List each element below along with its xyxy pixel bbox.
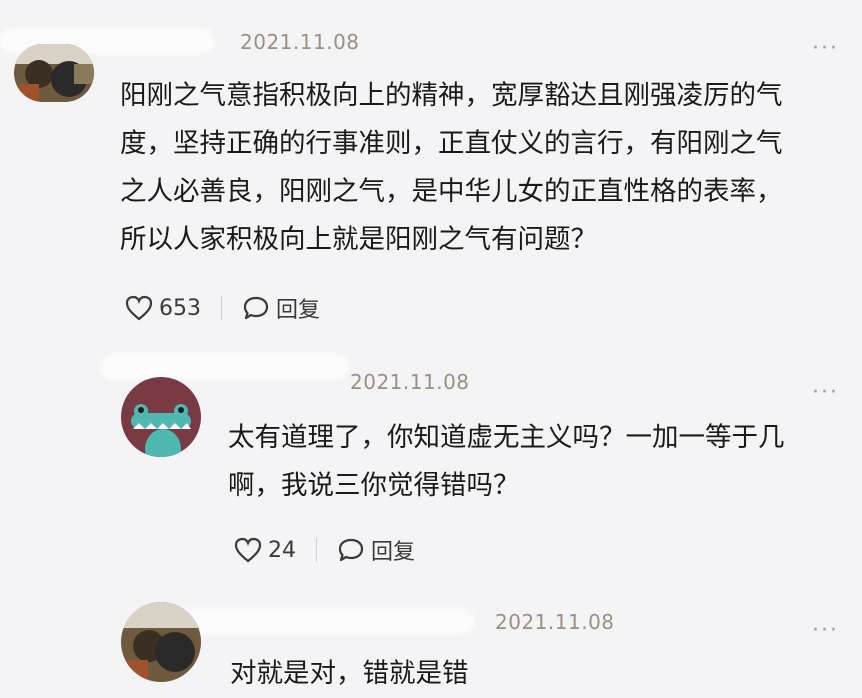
like-button[interactable]: 24 <box>234 537 296 563</box>
reply-label: 回复 <box>371 540 416 565</box>
divider <box>316 538 317 562</box>
comment-text-line: 对就是对，错就是错 <box>230 658 469 689</box>
username-redacted <box>100 354 350 380</box>
comment-actions: 24 回复 <box>234 534 415 566</box>
comment-text-line: 太有道理了，你知道虚无主义吗？一加一等于几 <box>228 422 785 453</box>
comment-text-line: 啊，我说三你觉得错吗？ <box>228 470 520 501</box>
heart-icon <box>234 537 262 563</box>
more-dots-icon[interactable]: ··· <box>812 620 839 642</box>
avatar[interactable] <box>121 377 201 457</box>
comment-actions: 653 回复 <box>125 292 320 324</box>
comment-date: 2021.11.08 <box>495 610 615 634</box>
comment-date: 2021.11.08 <box>240 30 360 54</box>
more-dots-icon[interactable]: ··· <box>812 382 839 404</box>
comment-text-line: 阳刚之气意指积极向上的精神，宽厚豁达且刚强凌厉的气 <box>120 80 783 111</box>
divider <box>221 296 222 320</box>
avatar[interactable] <box>121 602 201 682</box>
comment-1: 2021.11.08 ··· 阳刚之气意指积极向上的精神，宽厚豁达且刚强凌厉的气… <box>0 0 862 340</box>
comment-3: 2021.11.08 ··· 对就是对，错就是错 <box>0 590 862 698</box>
reply-label: 回复 <box>276 298 321 323</box>
comment-text-line: 之人必善良，阳刚之气，是中华儿女的正直性格的表率， <box>120 176 783 207</box>
like-button[interactable]: 653 <box>125 295 201 321</box>
comment-text: 对就是对，错就是错 <box>230 650 469 698</box>
comment-text: 阳刚之气意指积极向上的精神，宽厚豁达且刚强凌厉的气 度，坚持正确的行事准则，正直… <box>120 72 783 264</box>
reply-button[interactable]: 回复 <box>242 292 320 324</box>
comment-text-line: 所以人家积极向上就是阳刚之气有问题？ <box>120 224 597 255</box>
like-count: 653 <box>159 295 201 321</box>
like-count: 24 <box>268 537 296 563</box>
comment-text-line: 度，坚持正确的行事准则，正直仗义的言行，有阳刚之气 <box>120 128 783 159</box>
comment-2: 2021.11.08 ··· 太有道理了，你知道虚无主义吗？一加一等于几 啊，我… <box>0 340 862 590</box>
avatar[interactable] <box>14 44 94 102</box>
more-dots-icon[interactable]: ··· <box>812 38 839 60</box>
comment-text: 太有道理了，你知道虚无主义吗？一加一等于几 啊，我说三你觉得错吗？ <box>228 414 785 510</box>
heart-icon <box>125 295 153 321</box>
reply-button[interactable]: 回复 <box>337 534 415 566</box>
comment-date: 2021.11.08 <box>350 370 470 394</box>
comment-bubble-icon <box>338 538 364 562</box>
comment-bubble-icon <box>243 296 269 320</box>
